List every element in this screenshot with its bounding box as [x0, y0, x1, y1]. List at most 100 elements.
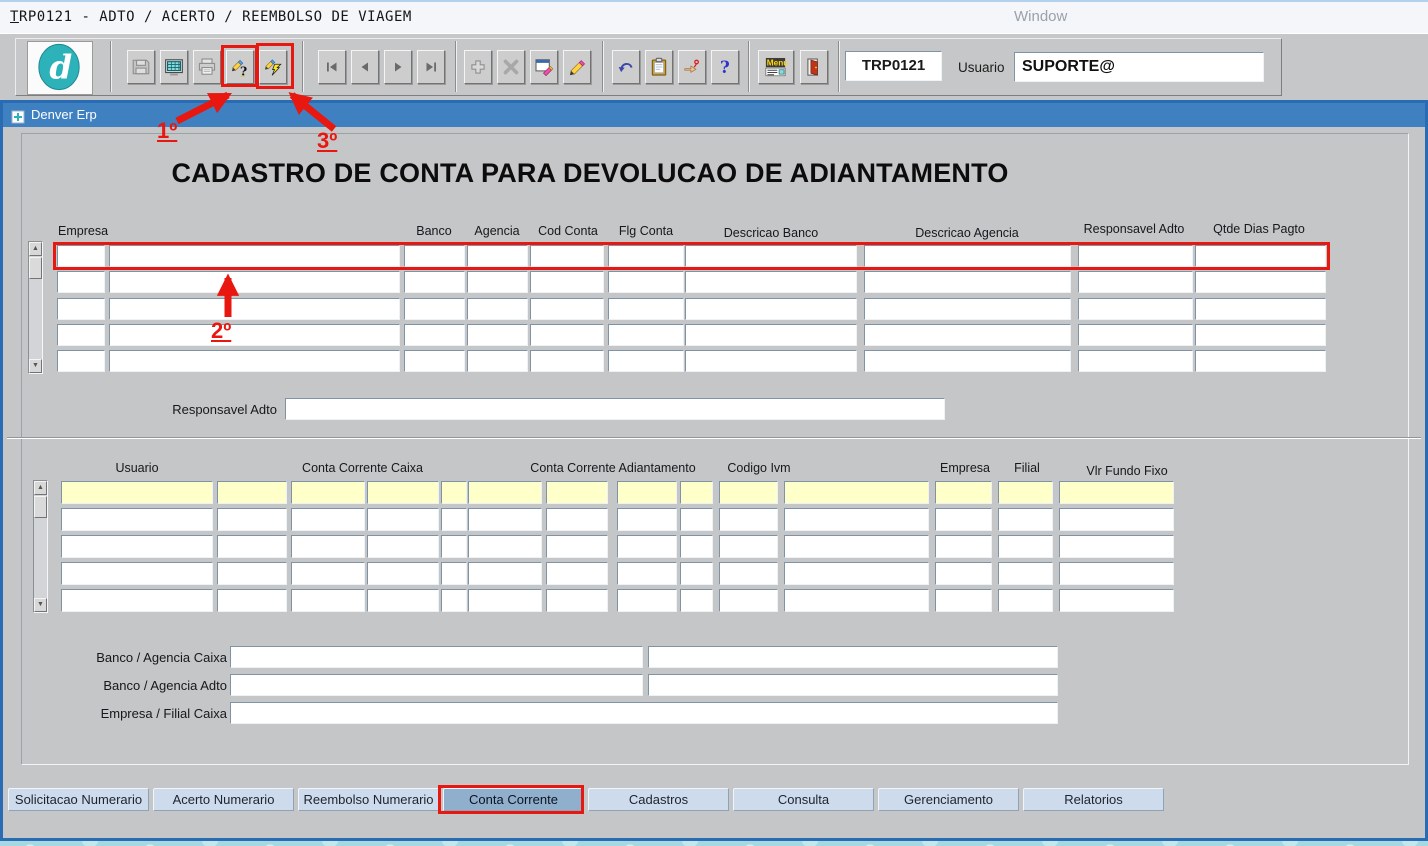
table2-cell-r5-c11[interactable] — [784, 589, 929, 612]
exit-button[interactable] — [800, 50, 828, 84]
tab-relatorios[interactable]: Relatorios — [1023, 788, 1164, 811]
table2-cell-r3-c14[interactable] — [1059, 535, 1174, 558]
table2-cell-r1-c10[interactable] — [719, 481, 778, 504]
table2-cell-r1-c4[interactable] — [367, 481, 439, 504]
clipboard-button[interactable] — [645, 50, 673, 84]
table2-cell-r3-c9[interactable] — [680, 535, 713, 558]
table1-cell-r1-c3[interactable] — [404, 245, 465, 267]
tab-reembolso-numerario[interactable]: Reembolso Numerario — [298, 788, 439, 811]
window-titlebar[interactable]: Denver Erp — [3, 103, 1425, 127]
tab-cadastros[interactable]: Cadastros — [588, 788, 729, 811]
table1-cell-r2-c7[interactable] — [685, 271, 857, 293]
edit-window-button[interactable] — [530, 50, 558, 84]
table2-cell-r2-c14[interactable] — [1059, 508, 1174, 531]
table2-cell-r3-c10[interactable] — [719, 535, 778, 558]
save-button[interactable] — [127, 50, 155, 84]
table2-cell-r3-c12[interactable] — [935, 535, 992, 558]
next-record-button[interactable] — [384, 50, 412, 84]
table2-cell-r1-c5[interactable] — [441, 481, 467, 504]
banco-agencia-caixa-field-1[interactable] — [230, 646, 643, 668]
table2-cell-r1-c9[interactable] — [680, 481, 713, 504]
table1-cell-r4-c6[interactable] — [608, 324, 684, 346]
table2-cell-r2-c5[interactable] — [441, 508, 467, 531]
table2-cell-r1-c7[interactable] — [546, 481, 608, 504]
banco-agencia-caixa-field-2[interactable] — [648, 646, 1058, 668]
tab-solicitacao-numerario[interactable]: Solicitacao Numerario — [8, 788, 149, 811]
insert-record-button[interactable] — [464, 50, 492, 84]
table1-cell-r5-c6[interactable] — [608, 350, 684, 372]
table1-cell-r3-c9[interactable] — [1078, 298, 1193, 320]
usuario-field[interactable]: SUPORTE@ — [1014, 52, 1264, 82]
table1-cell-r2-c9[interactable] — [1078, 271, 1193, 293]
table2-cell-r4-c3[interactable] — [291, 562, 365, 585]
table1-cell-r5-c5[interactable] — [530, 350, 604, 372]
table1-cell-r1-c10[interactable] — [1195, 245, 1326, 267]
table1-cell-r1-c2[interactable] — [109, 245, 400, 267]
table2-cell-r2-c12[interactable] — [935, 508, 992, 531]
program-code-field[interactable]: TRP0121 — [845, 51, 942, 81]
table1-cell-r5-c8[interactable] — [864, 350, 1071, 372]
table2-cell-r2-c6[interactable] — [468, 508, 542, 531]
table1-cell-r3-c6[interactable] — [608, 298, 684, 320]
undo-button[interactable] — [612, 50, 640, 84]
tab-acerto-numerario[interactable]: Acerto Numerario — [153, 788, 294, 811]
table1-cell-r4-c1[interactable] — [57, 324, 105, 346]
table2-cell-r1-c2[interactable] — [217, 481, 287, 504]
table2-cell-r4-c8[interactable] — [617, 562, 677, 585]
table1-cell-r5-c4[interactable] — [467, 350, 528, 372]
table2-cell-r4-c4[interactable] — [367, 562, 439, 585]
table1-cell-r5-c3[interactable] — [404, 350, 465, 372]
table2-cell-r1-c6[interactable] — [468, 481, 542, 504]
table2-cell-r5-c4[interactable] — [367, 589, 439, 612]
execute-query-button[interactable] — [259, 50, 287, 84]
screen-button[interactable] — [160, 50, 188, 84]
table2-cell-r2-c11[interactable] — [784, 508, 929, 531]
table1-cell-r5-c1[interactable] — [57, 350, 105, 372]
window-menu[interactable]: Window — [1014, 8, 1067, 25]
first-record-button[interactable] — [318, 50, 346, 84]
table2-cell-r3-c13[interactable] — [998, 535, 1053, 558]
table1-cell-r4-c2[interactable] — [109, 324, 400, 346]
tab-consulta[interactable]: Consulta — [733, 788, 874, 811]
table1-cell-r5-c7[interactable] — [685, 350, 857, 372]
table2-cell-r1-c3[interactable] — [291, 481, 365, 504]
table2-cell-r5-c7[interactable] — [546, 589, 608, 612]
banco-agencia-adto-field-1[interactable] — [230, 674, 643, 696]
scroll-up-icon[interactable]: ▲ — [34, 481, 47, 495]
table2-cell-r4-c7[interactable] — [546, 562, 608, 585]
table1-cell-r3-c7[interactable] — [685, 298, 857, 320]
table2-cell-r5-c3[interactable] — [291, 589, 365, 612]
table1-cell-r5-c2[interactable] — [109, 350, 400, 372]
table2-cell-r5-c5[interactable] — [441, 589, 467, 612]
table1-cell-r1-c7[interactable] — [685, 245, 857, 267]
table1-cell-r3-c1[interactable] — [57, 298, 105, 320]
table1-cell-r4-c4[interactable] — [467, 324, 528, 346]
help-button[interactable]: ? — [711, 50, 739, 84]
table1-cell-r1-c9[interactable] — [1078, 245, 1193, 267]
table2-cell-r3-c2[interactable] — [217, 535, 287, 558]
table2-cell-r4-c6[interactable] — [468, 562, 542, 585]
table2-cell-r3-c4[interactable] — [367, 535, 439, 558]
table1-cell-r3-c8[interactable] — [864, 298, 1071, 320]
last-record-button[interactable] — [417, 50, 445, 84]
table2-cell-r2-c1[interactable] — [61, 508, 213, 531]
table2-cell-r1-c8[interactable] — [617, 481, 677, 504]
table2-cell-r4-c14[interactable] — [1059, 562, 1174, 585]
table1-cell-r4-c8[interactable] — [864, 324, 1071, 346]
table1-cell-r3-c4[interactable] — [467, 298, 528, 320]
table1-cell-r3-c10[interactable] — [1195, 298, 1326, 320]
table1-cell-r2-c8[interactable] — [864, 271, 1071, 293]
table1-cell-r2-c2[interactable] — [109, 271, 400, 293]
table2-cell-r3-c5[interactable] — [441, 535, 467, 558]
table1-cell-r2-c5[interactable] — [530, 271, 604, 293]
clear-field-button[interactable] — [563, 50, 591, 84]
table1-cell-r5-c9[interactable] — [1078, 350, 1193, 372]
table2-cell-r3-c8[interactable] — [617, 535, 677, 558]
table2-scrollbar-thumb[interactable] — [34, 496, 47, 518]
table2-cell-r4-c1[interactable] — [61, 562, 213, 585]
responsavel-adto-field[interactable] — [285, 398, 945, 420]
table2-cell-r5-c13[interactable] — [998, 589, 1053, 612]
table2-cell-r5-c6[interactable] — [468, 589, 542, 612]
empresa-filial-caixa-field[interactable] — [230, 702, 1058, 724]
table2-cell-r1-c13[interactable] — [998, 481, 1053, 504]
